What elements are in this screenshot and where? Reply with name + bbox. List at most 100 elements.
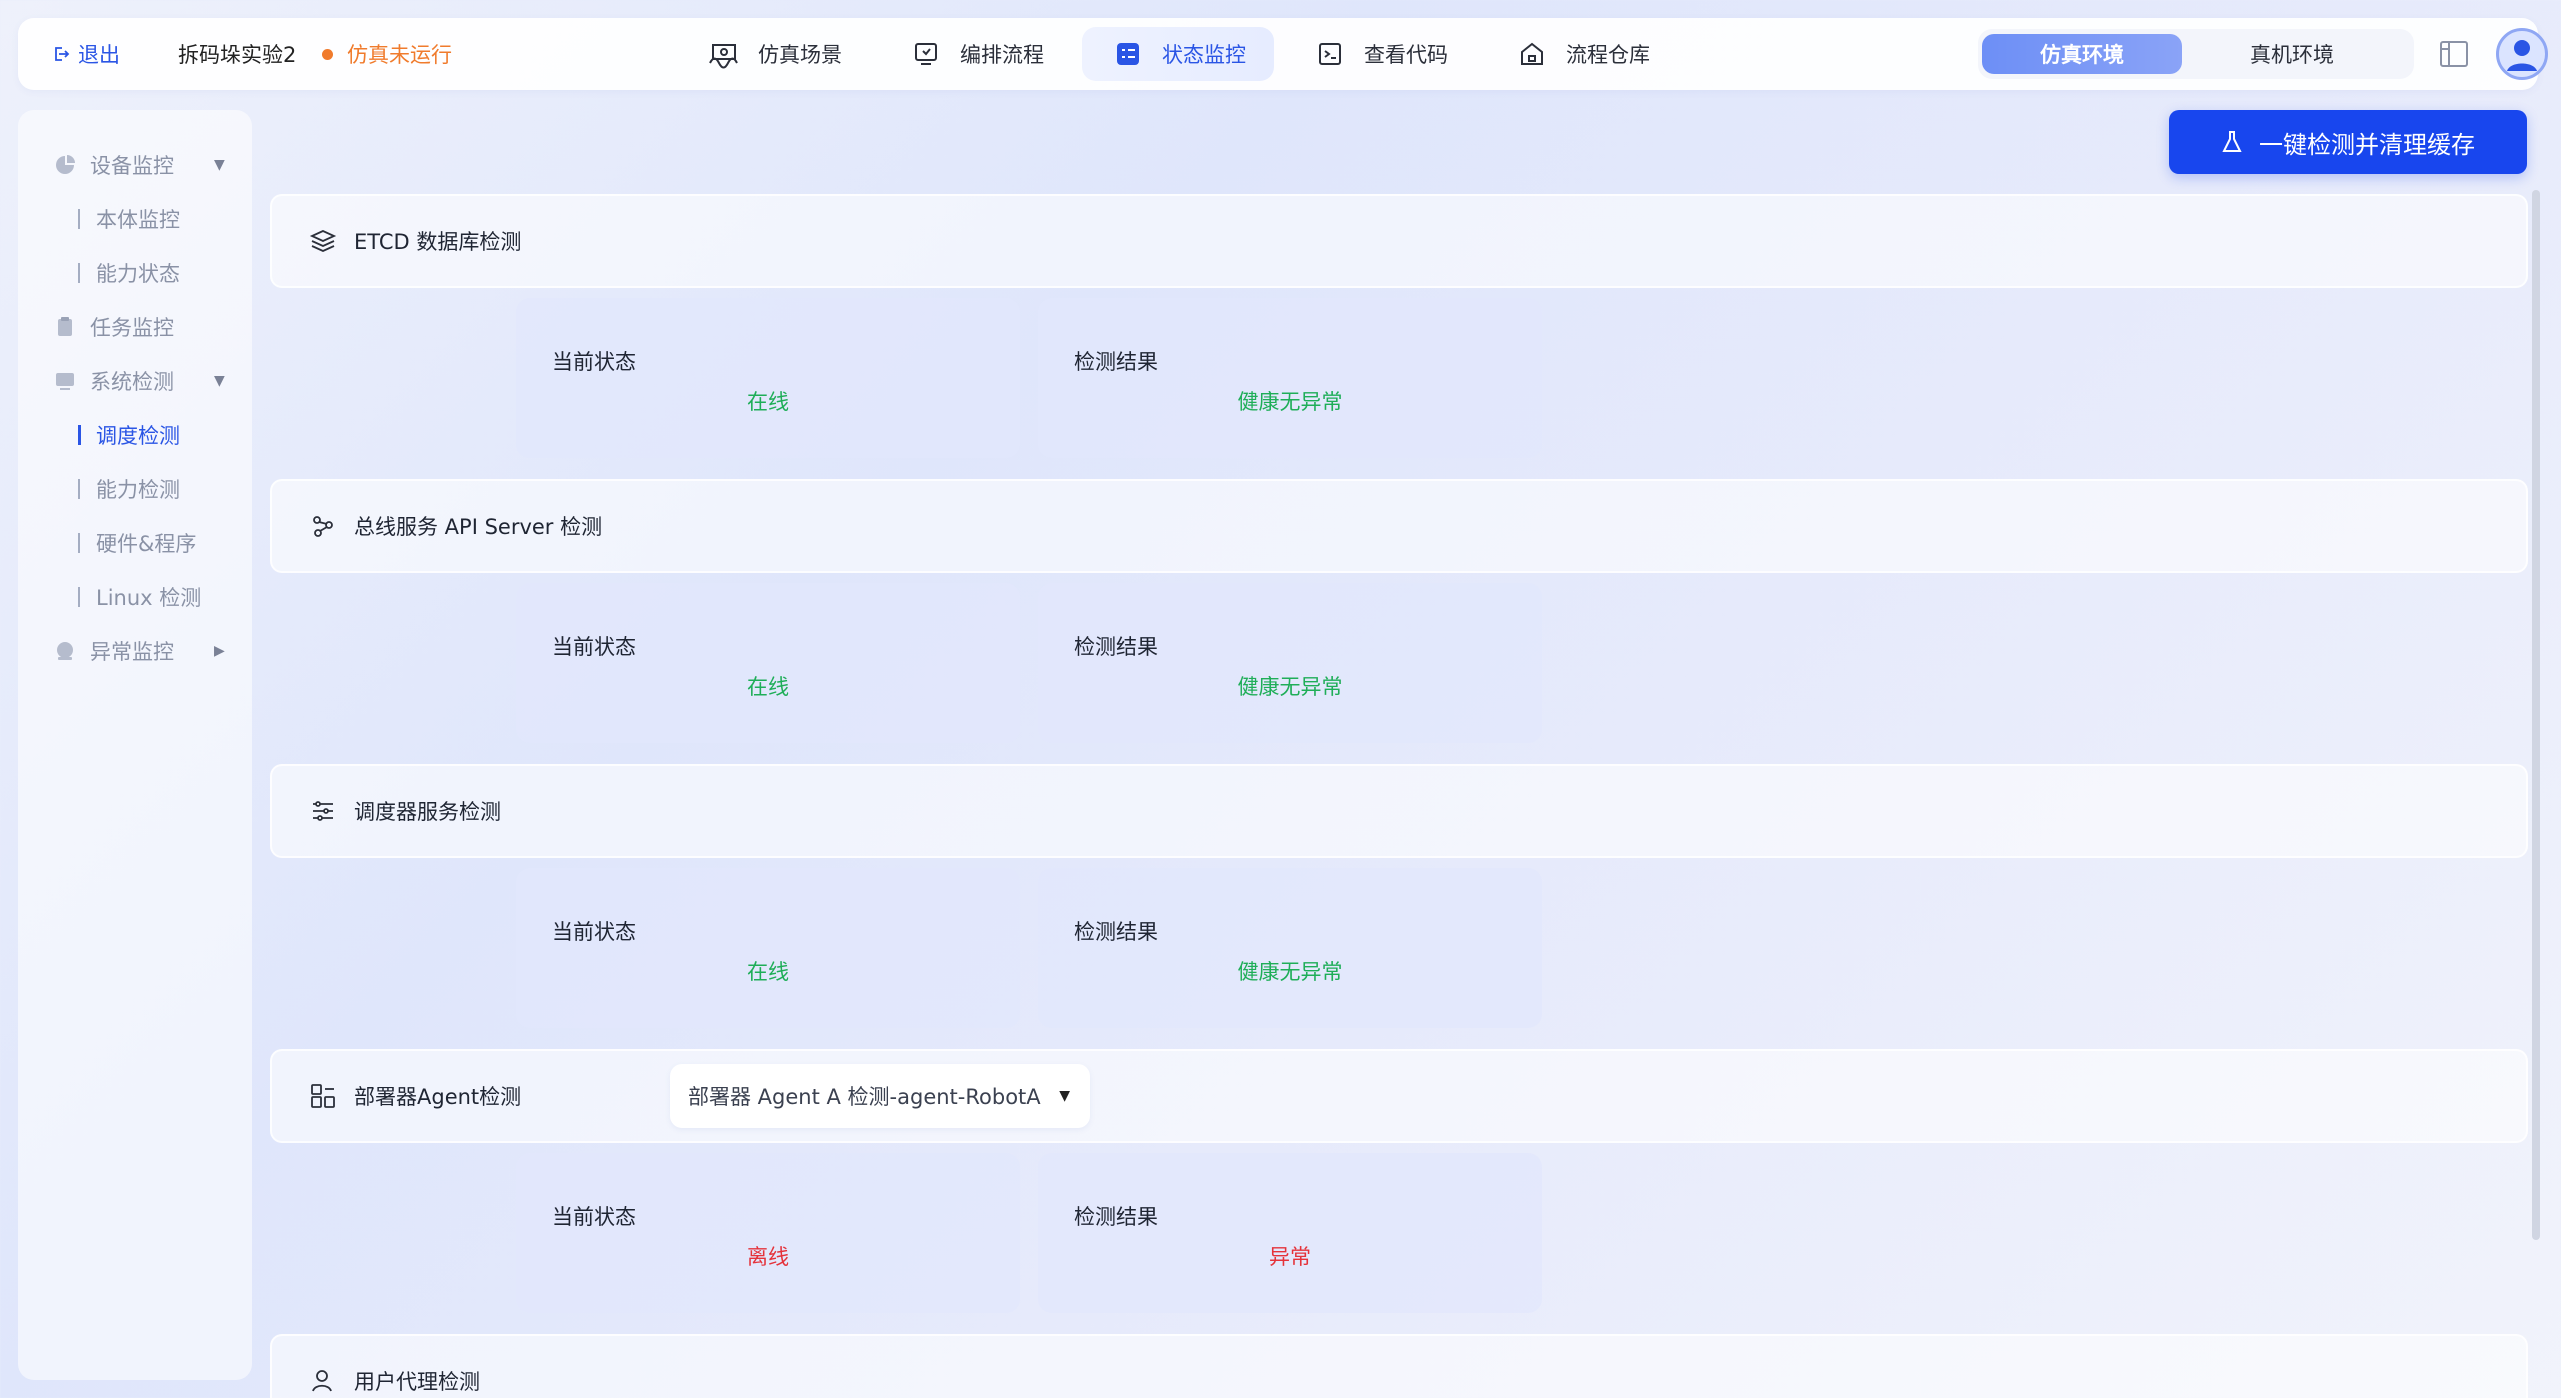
agent-select-value: 部署器 Agent A 检测-agent-RobotA: [688, 1085, 1041, 1109]
status-card: 当前状态 在线: [516, 583, 1020, 743]
result-value: 健康无异常: [1237, 675, 1343, 699]
sidebar-item-linux-check[interactable]: Linux 检测: [18, 570, 252, 624]
sidebar-group-device-monitor[interactable]: 设备监控 ▼: [18, 138, 252, 192]
code-icon: [1312, 36, 1348, 72]
layout-toggle-button[interactable]: [2436, 36, 2472, 72]
nav-repository[interactable]: 流程仓库: [1486, 27, 1678, 81]
nav-status-monitor[interactable]: 状态监控: [1082, 27, 1274, 81]
top-bar: 退出 拆码垛实验2 仿真未运行 仿真场景 编排流程 状态监控 查看代码 流程仓库…: [18, 18, 2548, 90]
sim-status-text: 仿真未运行: [347, 43, 452, 67]
status-label: 当前状态: [552, 920, 636, 944]
section-title: 部署器Agent检测: [354, 1085, 522, 1109]
section-agent-check: 部署器Agent检测: [270, 1049, 2528, 1143]
share-nodes-icon: [313, 516, 333, 537]
sidebar-group-system-check[interactable]: 系统检测 ▼: [18, 354, 252, 408]
sidebar-group-label: 设备监控: [90, 154, 174, 178]
chevron-down-icon: ▼: [214, 373, 225, 389]
result-value: 健康无异常: [1237, 390, 1343, 414]
nav-workflow[interactable]: 编排流程: [880, 27, 1072, 81]
scrollbar[interactable]: [2532, 190, 2540, 1240]
status-card: 当前状态 在线: [516, 298, 1020, 458]
environment-toggle: 仿真环境 真机环境: [1978, 29, 2414, 79]
result-card: 检测结果 健康无异常: [1038, 868, 1542, 1028]
sidebar-item-label: 调度检测: [96, 424, 180, 448]
env-real-option[interactable]: 真机环境: [2192, 34, 2392, 74]
status-label: 当前状态: [552, 1205, 636, 1229]
sidebar-group-task-monitor[interactable]: 任务监控: [18, 300, 252, 354]
sim-status-badge: 仿真未运行: [322, 39, 452, 69]
repository-icon: [1514, 36, 1550, 72]
result-card: 检测结果 健康无异常: [1038, 298, 1542, 458]
result-label: 检测结果: [1074, 350, 1158, 374]
status-card: 当前状态 在线: [516, 868, 1020, 1028]
result-card: 检测结果 健康无异常: [1038, 583, 1542, 743]
clipboard-icon: [58, 317, 72, 336]
status-card: 当前状态 离线: [516, 1153, 1020, 1313]
alert-icon: [57, 642, 73, 660]
layout-icon: [2440, 41, 2468, 67]
sidebar: 设备监控 ▼ 本体监控 能力状态 任务监控 系统检测 ▼ 调度检测 能力检测 硬…: [18, 110, 252, 1380]
sidebar-item-capability-check[interactable]: 能力检测: [18, 462, 252, 516]
sidebar-item-label: 本体监控: [96, 208, 180, 232]
status-label: 当前状态: [552, 635, 636, 659]
section-api-server-check: 总线服务 API Server 检测: [270, 479, 2528, 573]
pie-chart-icon: [56, 155, 75, 174]
result-label: 检测结果: [1074, 635, 1158, 659]
status-value: 在线: [747, 960, 789, 984]
status-value: 离线: [747, 1245, 789, 1269]
result-value: 健康无异常: [1237, 960, 1343, 984]
status-value: 在线: [747, 675, 789, 699]
sidebar-item-body-monitor[interactable]: 本体监控: [18, 192, 252, 246]
monitor-icon: [56, 373, 74, 390]
section-title: 调度器服务检测: [354, 800, 501, 824]
flask-icon: [2222, 131, 2242, 152]
layers-icon: [309, 230, 337, 252]
experiment-name: 拆码垛实验2: [178, 43, 297, 67]
exit-button[interactable]: 退出: [52, 39, 120, 69]
nav-label: 编排流程: [960, 43, 1044, 67]
check-and-clear-cache-button[interactable]: 一键检测并清理缓存: [2169, 110, 2527, 174]
sliders-icon: [313, 801, 333, 821]
status-label: 当前状态: [552, 350, 636, 374]
simulation-scene-icon: [706, 36, 742, 72]
section-title: 用户代理检测: [354, 1370, 480, 1394]
sidebar-item-label: Linux 检测: [96, 586, 202, 610]
env-simulation-option[interactable]: 仿真环境: [1982, 34, 2182, 74]
nav-label: 状态监控: [1162, 43, 1246, 67]
sidebar-item-hardware-program[interactable]: 硬件&程序: [18, 516, 252, 570]
sidebar-group-label: 任务监控: [90, 316, 174, 340]
main-nav: 仿真场景 编排流程 状态监控 查看代码 流程仓库: [678, 27, 1688, 81]
user-avatar-icon: [2507, 40, 2537, 71]
status-dot: [322, 48, 333, 60]
result-label: 检测结果: [1074, 1205, 1158, 1229]
sidebar-item-scheduling-check[interactable]: 调度检测: [18, 408, 252, 462]
status-monitor-icon: [1110, 36, 1146, 72]
sidebar-group-exception-monitor[interactable]: 异常监控 ▶: [18, 624, 252, 678]
sidebar-group-label: 异常监控: [90, 640, 174, 664]
section-title: ETCD 数据库检测: [354, 230, 522, 254]
nav-view-code[interactable]: 查看代码: [1284, 27, 1476, 81]
chevron-down-icon: ▼: [1059, 1088, 1070, 1104]
chevron-down-icon: ▼: [214, 157, 225, 173]
result-card: 检测结果 异常: [1038, 1153, 1542, 1313]
exit-label: 退出: [78, 43, 120, 67]
user-icon: [312, 1370, 332, 1392]
nav-label: 仿真场景: [758, 43, 842, 67]
nav-simulation-scene[interactable]: 仿真场景: [678, 27, 870, 81]
sidebar-group-label: 系统检测: [90, 370, 174, 394]
section-scheduler-check: 调度器服务检测: [270, 764, 2528, 858]
logout-icon: [55, 47, 70, 61]
sidebar-item-label: 能力状态: [96, 262, 180, 286]
sidebar-item-label: 能力检测: [96, 478, 180, 502]
nav-label: 查看代码: [1364, 43, 1448, 67]
action-button-label: 一键检测并清理缓存: [2259, 130, 2475, 159]
sidebar-item-label: 硬件&程序: [96, 532, 197, 556]
sidebar-item-capability-status[interactable]: 能力状态: [18, 246, 252, 300]
section-etcd-check: ETCD 数据库检测: [270, 194, 2528, 288]
agent-select[interactable]: 部署器 Agent A 检测-agent-RobotA ▼: [670, 1064, 1090, 1128]
chevron-right-icon: ▶: [214, 643, 225, 659]
section-user-proxy-check: 用户代理检测: [270, 1334, 2528, 1398]
result-label: 检测结果: [1074, 920, 1158, 944]
result-value: 异常: [1269, 1245, 1311, 1269]
avatar[interactable]: [2496, 28, 2548, 80]
